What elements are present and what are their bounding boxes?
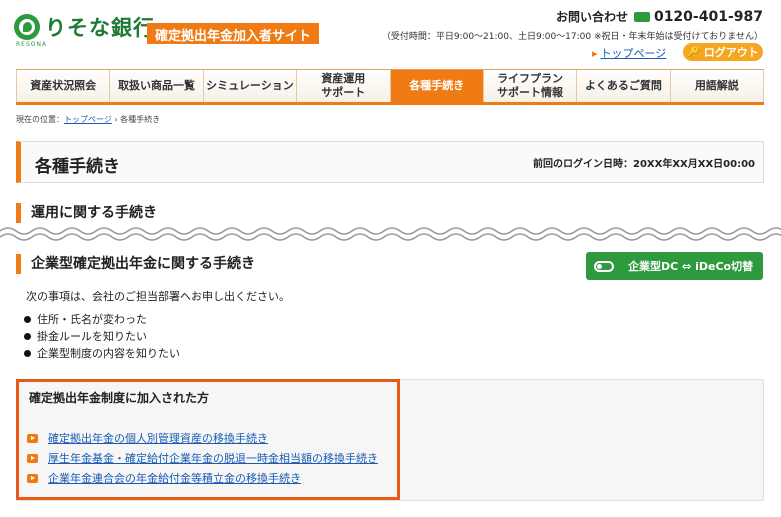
list-item: 掛金ルールを知りたい <box>24 328 180 345</box>
dc-ideco-switch-button[interactable]: 企業型DC ⇔ iDeCo切替 <box>586 252 763 280</box>
bullet-dot-icon <box>24 350 31 357</box>
link-arrow-icon <box>27 433 38 443</box>
site-name-badge: 確定拠出年金加入者サイト <box>147 23 320 44</box>
nav-item-7[interactable]: 用語解説 <box>670 70 764 102</box>
notice-list: 住所・氏名が変わった 掛金ルールを知りたい企業型制度の内容を知りたい <box>24 311 180 362</box>
contact-hours: （受付時間：平日9:00～21:00、土日9:00～17:00 ※祝日・年末年始… <box>381 32 763 42</box>
list-item: 企業型制度の内容を知りたい <box>24 345 180 362</box>
key-icon: 🔑 <box>687 46 700 58</box>
page-heading-box: 各種手続き 前回のログイン日時：20XX年XX月XX日00:00 <box>16 141 764 183</box>
enrolled-procedures-panel: 確定拠出年金制度に加入された方 確定拠出年金の個人別管理資産の移換手続き厚生年金… <box>16 379 400 500</box>
page-title: 各種手続き <box>35 157 120 177</box>
corporate-section-title: 企業型確定拠出年金に関する手続き <box>16 254 255 274</box>
contact-info: お問い合わせ 0120-401-987 （受付時間：平日9:00～21:00、土… <box>381 8 763 43</box>
breadcrumb-current: 各種手続き <box>120 115 161 124</box>
procedure-link-item[interactable]: 企業年金連合会の年金給付金等積立金の移換手続き <box>27 468 378 488</box>
omission-wave-divider <box>0 227 781 241</box>
breadcrumb-prefix: 現在の位置： <box>16 115 64 124</box>
breadcrumb: 現在の位置：トップページ › 各種手続き <box>16 114 160 125</box>
procedure-link[interactable]: 厚生年金基金・確定給付企業年金の脱退一時金相当額の移換手続き <box>48 450 378 466</box>
freedial-icon <box>633 11 650 22</box>
global-nav: 資産状況照会 取扱い商品一覧 シミュレーション 資産運用 サポート 各種手続き ライフプラ… <box>16 69 764 105</box>
nav-item-2[interactable]: シミュレーション <box>203 70 298 102</box>
last-login-time: 前回のログイン日時：20XX年XX月XX日00:00 <box>532 159 755 170</box>
link-arrow-icon <box>27 453 38 463</box>
bank-sub-label: RESONA <box>16 41 48 48</box>
breadcrumb-home-link[interactable]: トップページ <box>64 115 112 124</box>
contact-label: お問い合わせ <box>555 10 628 24</box>
logout-button[interactable]: 🔑 ログアウト <box>683 43 763 61</box>
resona-logo[interactable]: りそな銀行 <box>14 12 155 42</box>
site-header: りそな銀行 RESONA 確定拠出年金加入者サイト お問い合わせ 0120-40… <box>0 0 781 68</box>
top-page-link[interactable]: トップページ <box>592 45 667 61</box>
procedure-link[interactable]: 確定拠出年金の個人別管理資産の移換手続き <box>48 430 268 446</box>
contact-number: 0120-401-987 <box>653 8 763 25</box>
intro-text: 次の事項は、会社のご担当部署へお申し出ください。 <box>26 290 290 303</box>
list-item-text: 掛金ルールを知りたい <box>37 330 147 343</box>
procedure-links: 確定拠出年金の個人別管理資産の移換手続き厚生年金基金・確定給付企業年金の脱退一時… <box>27 428 378 488</box>
link-arrow-icon <box>27 473 38 483</box>
procedure-link-item[interactable]: 確定拠出年金の個人別管理資産の移換手続き <box>27 428 378 448</box>
nav-item-1[interactable]: 取扱い商品一覧 <box>110 70 204 102</box>
nav-item-0[interactable]: 資産状況照会 <box>16 70 111 102</box>
list-item-text: 住所・氏名が変わった <box>37 313 147 326</box>
switch-button-label: 企業型DC ⇔ iDeCo切替 <box>628 260 754 273</box>
nav-item-3[interactable]: 資産運用 サポート <box>297 70 391 102</box>
panel-title: 確定拠出年金制度に加入された方 <box>29 391 210 405</box>
bullet-dot-icon <box>24 316 31 323</box>
toggle-icon <box>594 260 614 272</box>
operation-section-title: 運用に関する手続き <box>16 203 157 223</box>
logout-label: ログアウト <box>703 46 759 59</box>
nav-item-6[interactable]: よくあるご質問 <box>577 70 671 102</box>
list-item: 住所・氏名が変わった <box>24 311 180 328</box>
nav-item-4[interactable]: 各種手続き <box>390 70 484 102</box>
procedure-link[interactable]: 企業年金連合会の年金給付金等積立金の移換手続き <box>48 470 301 486</box>
resona-logo-icon <box>14 14 40 40</box>
procedure-link-item[interactable]: 厚生年金基金・確定給付企業年金の脱退一時金相当額の移換手続き <box>27 448 378 468</box>
nav-item-5[interactable]: ライフプラン サポート情報 <box>483 70 578 102</box>
bullet-dot-icon <box>24 333 31 340</box>
breadcrumb-separator: › <box>114 115 118 124</box>
bank-name: りそな銀行 <box>45 16 155 40</box>
list-item-text: 企業型制度の内容を知りたい <box>37 347 180 360</box>
